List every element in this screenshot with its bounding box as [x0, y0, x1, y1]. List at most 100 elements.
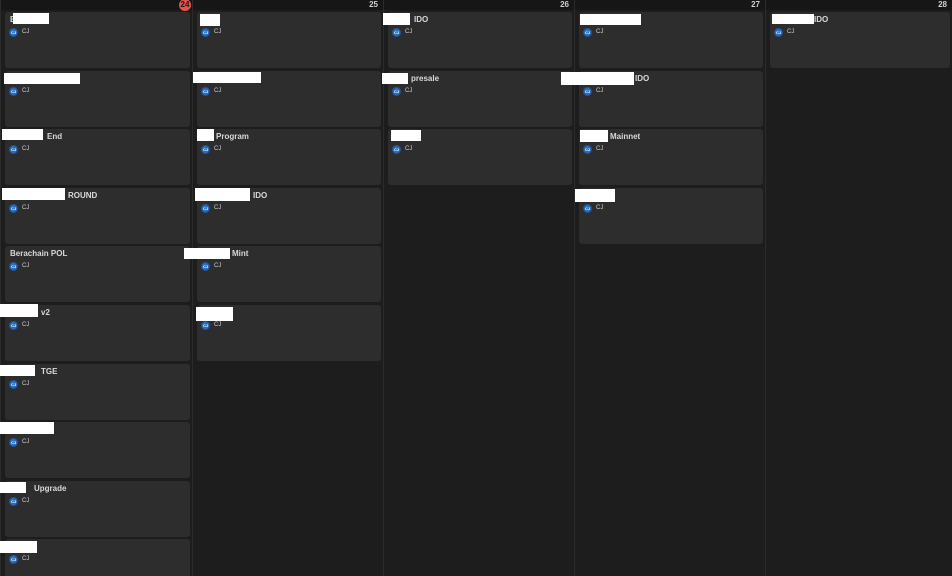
- owner-name: CJ: [22, 88, 30, 94]
- owner-name: CJ: [787, 29, 795, 35]
- owner-name: CJ: [22, 439, 30, 445]
- event-owner: CJ CJ: [9, 87, 29, 96]
- event-owner: CJ CJ: [583, 87, 603, 96]
- day-column-header: [1, 0, 192, 10]
- event-card[interactable]: IDO CJ CJ: [388, 12, 572, 68]
- avatar: CJ: [201, 28, 210, 37]
- event-owner: CJ CJ: [392, 28, 412, 37]
- event-owner: CJ CJ: [392, 145, 412, 154]
- event-owner: CJ CJ: [583, 145, 603, 154]
- avatar: CJ: [201, 204, 210, 213]
- owner-name: CJ: [22, 263, 30, 269]
- event-owner: CJ CJ: [201, 321, 221, 330]
- avatar: CJ: [9, 262, 18, 271]
- redaction-box: [575, 189, 615, 202]
- avatar: CJ: [392, 28, 401, 37]
- owner-name: CJ: [596, 29, 604, 35]
- avatar: CJ: [9, 145, 18, 154]
- owner-name: CJ: [22, 29, 30, 35]
- event-title: Mint: [232, 249, 249, 258]
- redaction-box: [580, 130, 608, 142]
- avatar: CJ: [583, 28, 592, 37]
- event-card[interactable]: Program CJ CJ: [197, 129, 381, 185]
- day-column-26: 26IDOCJCJpresaleCJCJCCJCJ: [383, 0, 574, 576]
- event-title: End: [47, 132, 63, 141]
- day-column-24: 24BCJCJCJCJEndCJCJROUNDCJCJBerachain POL…: [0, 0, 192, 576]
- event-title: v2: [41, 308, 50, 317]
- owner-name: CJ: [22, 205, 30, 211]
- event-title: Program: [216, 132, 249, 141]
- redaction-box: [382, 73, 408, 84]
- redaction-box: [2, 129, 43, 140]
- owner-name: CJ: [596, 205, 604, 211]
- event-card[interactable]: Upgrade CJ CJ: [5, 481, 190, 537]
- calendar-week-board: 24BCJCJCJCJEndCJCJROUNDCJCJBerachain POL…: [0, 0, 952, 576]
- event-owner: CJ CJ: [9, 321, 29, 330]
- event-title: ROUND: [68, 191, 98, 200]
- redaction-box: [4, 73, 80, 84]
- event-owner: CJ CJ: [9, 438, 29, 447]
- redaction-box: [580, 14, 641, 25]
- event-card[interactable]: Berachain POL CJ CJ: [5, 246, 190, 302]
- owner-name: CJ: [596, 88, 604, 94]
- redaction-box: [0, 365, 35, 376]
- event-title: TGE: [41, 367, 58, 376]
- avatar: CJ: [583, 87, 592, 96]
- redaction-box: [391, 130, 421, 141]
- owner-name: CJ: [405, 88, 413, 94]
- redaction-box: [0, 482, 26, 493]
- event-owner: CJ CJ: [9, 28, 29, 37]
- owner-name: CJ: [405, 146, 413, 152]
- redaction-box: [0, 541, 37, 553]
- event-owner: CJ CJ: [9, 497, 29, 506]
- redaction-box: [0, 304, 38, 317]
- avatar: CJ: [9, 438, 18, 447]
- redaction-box: [193, 72, 261, 83]
- avatar: CJ: [9, 204, 18, 213]
- event-owner: CJ CJ: [9, 145, 29, 154]
- redaction-box: [2, 188, 65, 200]
- day-column-header: [766, 0, 952, 10]
- owner-name: CJ: [214, 88, 222, 94]
- avatar: CJ: [201, 321, 210, 330]
- event-title: Berachain POL: [10, 249, 68, 258]
- event-card[interactable]: TGECJCJ: [197, 12, 381, 68]
- event-owner: CJ CJ: [9, 204, 29, 213]
- avatar: CJ: [392, 145, 401, 154]
- day-column-25: 25TGECJCJTGECJCJProgramCJCJIDOCJCJMintCJ…: [192, 0, 383, 576]
- owner-name: CJ: [214, 29, 222, 35]
- avatar: CJ: [583, 145, 592, 154]
- day-number: 27: [751, 0, 760, 9]
- event-owner: CJ CJ: [201, 87, 221, 96]
- event-card[interactable]: presale CJ CJ: [388, 71, 572, 127]
- avatar: CJ: [9, 87, 18, 96]
- event-owner: CJ CJ: [201, 204, 221, 213]
- owner-name: CJ: [22, 146, 30, 152]
- event-title: IDO: [635, 74, 650, 83]
- event-title: presale: [411, 74, 440, 83]
- avatar: CJ: [583, 204, 592, 213]
- event-title: Mainnet: [610, 132, 641, 141]
- event-owner: CJ CJ: [201, 262, 221, 271]
- event-owner: CJ CJ: [774, 28, 794, 37]
- event-title: IDO: [814, 15, 829, 24]
- redaction-box: [561, 72, 634, 85]
- avatar: CJ: [9, 28, 18, 37]
- day-number: 28: [938, 0, 947, 9]
- day-number: 26: [560, 0, 569, 9]
- avatar: CJ: [9, 321, 18, 330]
- avatar: CJ: [9, 497, 18, 506]
- redaction-box: [200, 14, 220, 26]
- event-owner: CJ CJ: [201, 145, 221, 154]
- day-column-27: 27 CJ CJ IDO CJ CJ Mainnet CJ CJ CJ CJ: [574, 0, 765, 576]
- event-owner: CJ CJ: [583, 28, 603, 37]
- owner-name: CJ: [214, 263, 222, 269]
- day-column-header: [384, 0, 574, 10]
- avatar: CJ: [201, 145, 210, 154]
- redaction-box: [184, 248, 230, 259]
- redaction-box: [197, 129, 214, 141]
- event-title: Upgrade: [34, 484, 67, 493]
- owner-name: CJ: [22, 498, 30, 504]
- day-column-28: 28 IDO CJ CJ: [765, 0, 952, 576]
- owner-name: CJ: [596, 146, 604, 152]
